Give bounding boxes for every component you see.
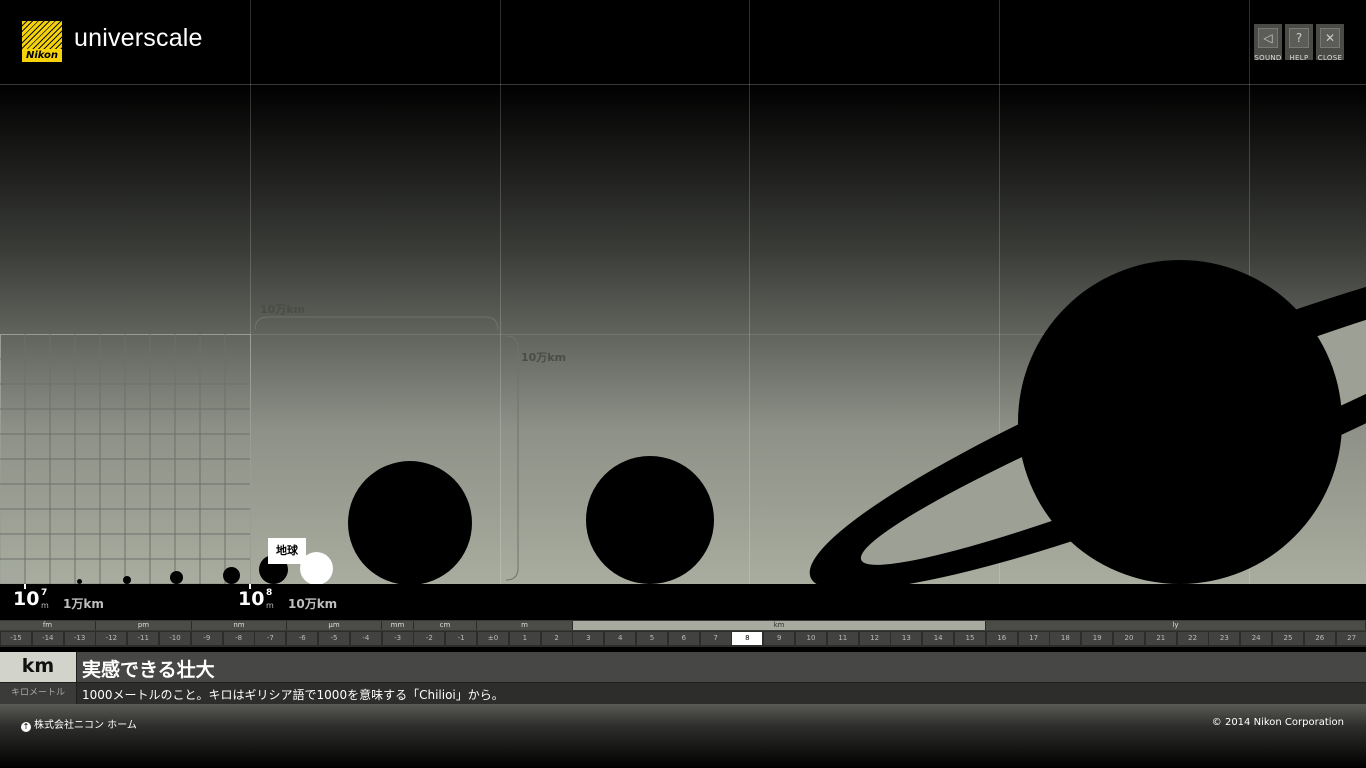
- home-link[interactable]: ↑ 株式会社ニコン ホーム: [21, 716, 137, 732]
- exponent-cell[interactable]: 13: [891, 632, 922, 645]
- exponent-cell[interactable]: 17: [1018, 632, 1049, 645]
- description: 1000メートルのこと。キロはギリシア語で1000を意味する「Chilioi」か…: [82, 688, 504, 702]
- scale-marker: 10 8 m 10万km: [238, 588, 338, 611]
- exponent-cell[interactable]: 9: [764, 632, 795, 645]
- unit-group-bar: fm pm nm μm mm cm m km ly: [0, 620, 1366, 631]
- exponent-cell[interactable]: 14: [923, 632, 954, 645]
- unit-group-mm[interactable]: mm: [382, 621, 414, 630]
- exponent-cell[interactable]: 5: [637, 632, 667, 645]
- exponent-cell[interactable]: -7: [255, 632, 286, 645]
- unit-group-ly[interactable]: ly: [986, 621, 1366, 630]
- exponent-cell[interactable]: 23: [1209, 632, 1240, 645]
- nikon-logo[interactable]: Nikon: [21, 20, 63, 63]
- copyright: © 2014 Nikon Corporation: [1211, 717, 1344, 728]
- headline-row: 実感できる壮大: [77, 652, 1366, 682]
- arrow-up-icon: ↑: [21, 722, 31, 732]
- exponent-cell[interactable]: 18: [1050, 632, 1081, 645]
- unit-group-m[interactable]: m: [477, 621, 573, 630]
- exponent-selector: -15 -14 -13 -12 -11 -10 -9 -8 -7 -6 -5 -4 -3 -2 -1 ±0 1 2…: [0, 631, 1366, 647]
- exponent-cell[interactable]: 6: [668, 632, 699, 645]
- headline: 実感できる壮大: [82, 659, 215, 681]
- exponent-cell[interactable]: 24: [1241, 632, 1272, 645]
- exponent-cell[interactable]: 19: [1082, 632, 1113, 645]
- exponent-cell[interactable]: 12: [859, 632, 890, 645]
- exponent-cell[interactable]: -13: [64, 632, 95, 645]
- unit-group-um[interactable]: μm: [287, 621, 382, 630]
- exponent-cell[interactable]: ±0: [478, 632, 508, 645]
- exponent-cell[interactable]: -14: [32, 632, 63, 645]
- bracket-width-label: 10万km: [260, 303, 306, 316]
- exponent-cell[interactable]: 11: [827, 632, 858, 645]
- exponent-cell[interactable]: 3: [573, 632, 604, 645]
- earth-label: 地球: [268, 538, 306, 564]
- unit-group-nm[interactable]: nm: [192, 621, 287, 630]
- grid-line: [749, 0, 750, 584]
- exponent-cell[interactable]: -8: [223, 632, 254, 645]
- app-title: universcale: [74, 24, 203, 52]
- description-row: 1000メートルのこと。キロはギリシア語で1000を意味する「Chilioi」か…: [77, 683, 1366, 704]
- unit-badge: km: [0, 652, 76, 682]
- exponent-cell[interactable]: 22: [1177, 632, 1208, 645]
- scale-marker: 10 7 m 1万km: [13, 588, 104, 611]
- exponent-cell[interactable]: 10: [796, 632, 826, 645]
- exponent-cell[interactable]: 1: [509, 632, 540, 645]
- exponent-cell[interactable]: -1: [446, 632, 477, 645]
- exponent-cell[interactable]: 20: [1114, 632, 1144, 645]
- footer: ↑ 株式会社ニコン ホーム © 2014 Nikon Corporation: [0, 704, 1366, 768]
- scale-bar: 10 7 m 1万km 10 8 m 10万km: [0, 584, 1366, 618]
- exponent-cell[interactable]: 26: [1304, 632, 1335, 645]
- ringed-planet-silhouette[interactable]: [800, 250, 1366, 584]
- unit-group-km[interactable]: km: [573, 621, 986, 630]
- sound-button[interactable]: ◁ SOUND: [1254, 24, 1282, 62]
- exponent-cell[interactable]: -6: [287, 632, 318, 645]
- planet-silhouette[interactable]: [586, 456, 714, 584]
- question-icon: ?: [1289, 28, 1309, 48]
- exponent-cell[interactable]: -4: [350, 632, 381, 645]
- exponent-cell[interactable]: -5: [319, 632, 349, 645]
- exponent-cell[interactable]: 4: [605, 632, 636, 645]
- exponent-cell[interactable]: -15: [1, 632, 31, 645]
- object-silhouette[interactable]: [123, 576, 131, 584]
- unit-group-pm[interactable]: pm: [96, 621, 192, 630]
- exponent-cell[interactable]: -2: [414, 632, 445, 645]
- exponent-cell[interactable]: 25: [1273, 632, 1303, 645]
- info-panel: km キロメートル 実感できる壮大 1000メートルのこと。キロはギリシア語で1…: [0, 652, 1366, 704]
- exponent-cell[interactable]: 8: [732, 632, 763, 645]
- reference-grid: [0, 334, 251, 584]
- unit-group-cm[interactable]: cm: [414, 621, 477, 630]
- scale-canvas[interactable]: 10万km 10万km 地球 Nikon universcale ◁ SOUND…: [0, 0, 1366, 584]
- close-button[interactable]: ✕ CLOSE: [1316, 24, 1344, 62]
- unit-reading: キロメートル: [0, 683, 76, 704]
- exponent-cell[interactable]: 7: [700, 632, 731, 645]
- exponent-cell[interactable]: -11: [128, 632, 159, 645]
- exponent-cell[interactable]: 16: [986, 632, 1017, 645]
- bracket-height-label: 10万km: [521, 351, 567, 364]
- exponent-cell[interactable]: 15: [955, 632, 985, 645]
- speaker-icon: ◁: [1258, 28, 1278, 48]
- exponent-cell[interactable]: 21: [1145, 632, 1176, 645]
- header-divider: [0, 84, 1366, 85]
- object-silhouette[interactable]: [170, 571, 183, 584]
- planet-silhouette[interactable]: [348, 461, 472, 584]
- exponent-cell[interactable]: 2: [541, 632, 572, 645]
- exponent-cell[interactable]: -12: [96, 632, 127, 645]
- exponent-cell[interactable]: -3: [382, 632, 413, 645]
- object-silhouette[interactable]: [223, 567, 240, 584]
- exponent-cell[interactable]: 27: [1336, 632, 1366, 645]
- unit-group-fm[interactable]: fm: [0, 621, 96, 630]
- help-button[interactable]: ? HELP: [1285, 24, 1313, 62]
- exponent-cell[interactable]: -10: [160, 632, 190, 645]
- close-icon: ✕: [1320, 28, 1340, 48]
- exponent-cell[interactable]: -9: [191, 632, 222, 645]
